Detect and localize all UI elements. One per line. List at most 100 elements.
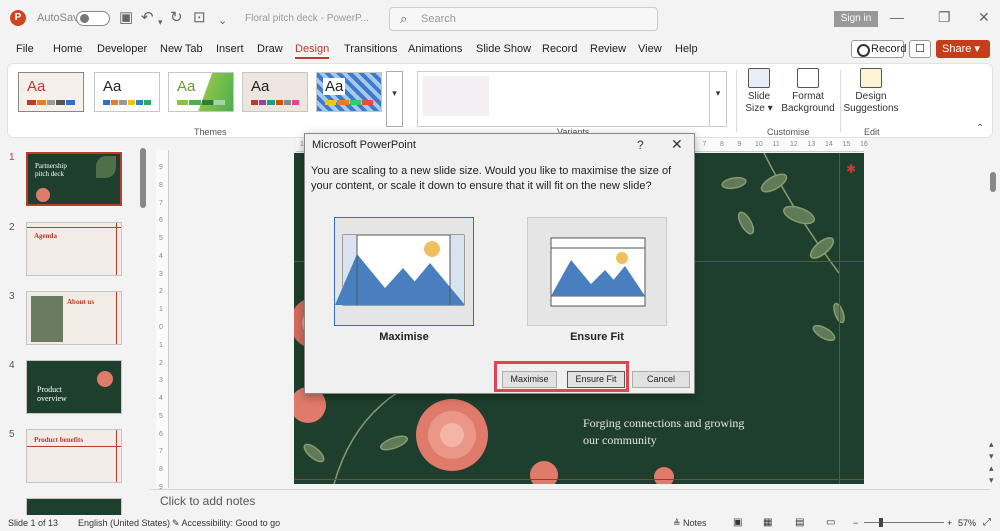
normal-view-icon[interactable]: ▣ — [733, 517, 742, 528]
leaf-shape — [812, 324, 836, 342]
ensure-fit-button[interactable]: Ensure Fit — [567, 371, 625, 388]
slide-thumbnail-2[interactable]: Agenda — [26, 222, 122, 276]
tab-animations[interactable]: Animations — [408, 43, 462, 55]
slide-size-button[interactable]: Slide Size ▾ — [741, 68, 777, 115]
tab-help[interactable]: Help — [675, 43, 698, 55]
tab-home[interactable]: Home — [53, 43, 82, 55]
ruler-tick-label: 2 — [159, 359, 163, 367]
notes-divider — [150, 489, 990, 490]
zoom-slider-handle[interactable] — [879, 518, 883, 527]
tab-review[interactable]: Review — [590, 43, 626, 55]
variants-more-button[interactable]: ▾ — [709, 72, 726, 126]
slide-thumbnail-3[interactable]: About us — [26, 291, 122, 345]
themes-more-button[interactable]: ▾ — [386, 71, 403, 127]
language-status[interactable]: English (United States) — [78, 518, 170, 528]
zoom-level[interactable]: 57% — [958, 518, 976, 528]
tab-new-tab[interactable]: New Tab — [160, 43, 203, 55]
ruler-tick-label: 8 — [159, 466, 163, 474]
theme-office[interactable]: Aa — [18, 72, 84, 112]
flower-icon — [36, 188, 50, 202]
comments-icon[interactable]: ☐ — [909, 40, 931, 58]
ruler-tick-label: 3 — [159, 377, 163, 385]
tab-developer[interactable]: Developer — [97, 43, 147, 55]
search-box[interactable]: ⌕ Search — [389, 7, 658, 31]
tab-view[interactable]: View — [638, 43, 662, 55]
close-icon[interactable]: ✕ — [671, 136, 683, 153]
tab-record[interactable]: Record — [542, 43, 577, 55]
undo-icon[interactable]: ↶ — [141, 9, 154, 27]
undo-dropdown-icon[interactable]: ▾ — [158, 13, 163, 31]
slide-nav-icons[interactable]: ▴ ▾ ▴ ▾ — [989, 438, 994, 486]
reading-view-icon[interactable]: ▤ — [795, 517, 804, 528]
ruler-tick-label: 5 — [159, 412, 163, 420]
tab-insert[interactable]: Insert — [216, 43, 244, 55]
collapse-ribbon-icon[interactable]: ⌃ — [976, 123, 984, 134]
ensure-fit-option[interactable] — [527, 217, 667, 326]
slideshow-icon[interactable]: ▭ — [826, 517, 835, 528]
dialog-title: Microsoft PowerPoint — [312, 139, 416, 151]
zoom-in-icon[interactable]: + — [947, 518, 952, 528]
close-window-icon[interactable]: ✕ — [978, 9, 990, 26]
slide-thumbnail-5[interactable]: Product benefits — [26, 429, 122, 483]
ruler-tick-label: 9 — [159, 164, 163, 171]
design-ribbon: Aa Aa Aa Aa Aa ▾ Themes ▾ Variants Slide… — [7, 63, 993, 138]
format-background-label-1: Format — [792, 91, 824, 102]
share-label: Share — [942, 43, 972, 55]
customize-qat-icon[interactable]: ⌄ — [218, 12, 227, 30]
format-background-icon — [797, 68, 819, 88]
design-suggestions-button[interactable]: Design Suggestions — [843, 68, 899, 115]
ruler-tick-label: 15 — [842, 141, 851, 148]
maximise-button[interactable]: Maximise — [502, 371, 557, 388]
search-placeholder: Search — [421, 13, 456, 25]
cancel-button[interactable]: Cancel — [632, 371, 690, 388]
theme-5[interactable]: Aa — [316, 72, 382, 112]
redo-icon[interactable]: ↻ — [170, 9, 183, 27]
slide-sorter-icon[interactable]: ▦ — [763, 517, 772, 528]
save-icon[interactable]: ▣ — [119, 9, 133, 27]
autosave-toggle[interactable] — [76, 11, 110, 26]
notes-placeholder[interactable]: Click to add notes — [160, 494, 255, 508]
slide-thumbnail-1[interactable]: Partnership pitch deck — [25, 151, 123, 207]
zoom-out-icon[interactable]: − — [853, 518, 858, 528]
accessibility-status[interactable]: ✎ Accessibility: Good to go — [172, 518, 280, 529]
tab-draw[interactable]: Draw — [257, 43, 283, 55]
notes-button[interactable]: ≜ Notes — [673, 518, 707, 529]
thumb-title: About us — [67, 298, 95, 306]
zoom-slider[interactable] — [864, 522, 944, 523]
tab-slide-show[interactable]: Slide Show — [476, 43, 531, 55]
design-suggestions-icon — [860, 68, 882, 88]
slide-scrollbar[interactable] — [990, 172, 996, 192]
theme-4[interactable]: Aa — [242, 72, 308, 112]
slide-thumbnail-4[interactable]: Product overview — [26, 360, 122, 414]
photo-icon — [31, 296, 63, 342]
slide-number: 3 — [9, 291, 15, 302]
sign-in-button[interactable]: Sign in — [834, 11, 878, 27]
theme-2[interactable]: Aa — [94, 72, 160, 112]
share-button[interactable]: Share ▾ — [936, 40, 990, 58]
presenter-icon[interactable]: ⊡ — [193, 9, 206, 27]
design-suggestions-label-1: Design — [855, 91, 887, 102]
restore-icon[interactable]: ❐ — [938, 9, 951, 26]
slide-thumbnail-6[interactable] — [26, 498, 122, 516]
help-icon[interactable]: ? — [637, 138, 644, 152]
leaf-shape — [809, 237, 835, 259]
minimize-icon[interactable]: — — [890, 9, 904, 25]
accessibility-label: Accessibility: Good to go — [181, 518, 281, 528]
separator — [736, 70, 737, 132]
thumb-title: Partnership pitch deck — [35, 162, 67, 178]
fit-to-window-icon[interactable]: ⤢ — [983, 517, 991, 528]
tagline-line-1: Forging connections and growing — [583, 416, 745, 430]
stem-shape — [333, 382, 415, 484]
theme-3[interactable]: Aa — [168, 72, 234, 112]
record-button[interactable]: Record — [851, 40, 906, 58]
variants-gallery[interactable]: ▾ — [417, 71, 727, 127]
maximise-option[interactable] — [334, 217, 474, 326]
variant-1[interactable] — [423, 76, 489, 116]
tab-design[interactable]: Design — [295, 43, 330, 59]
format-background-button[interactable]: Format Background — [780, 68, 836, 115]
thumbnails-scrollbar[interactable] — [140, 148, 146, 208]
vertical-ruler: 9876543210123456789 — [156, 150, 169, 491]
tab-transitions[interactable]: Transitions — [344, 43, 397, 55]
ruler-tick-label: 5 — [159, 235, 163, 243]
tab-file[interactable]: File — [16, 43, 34, 55]
